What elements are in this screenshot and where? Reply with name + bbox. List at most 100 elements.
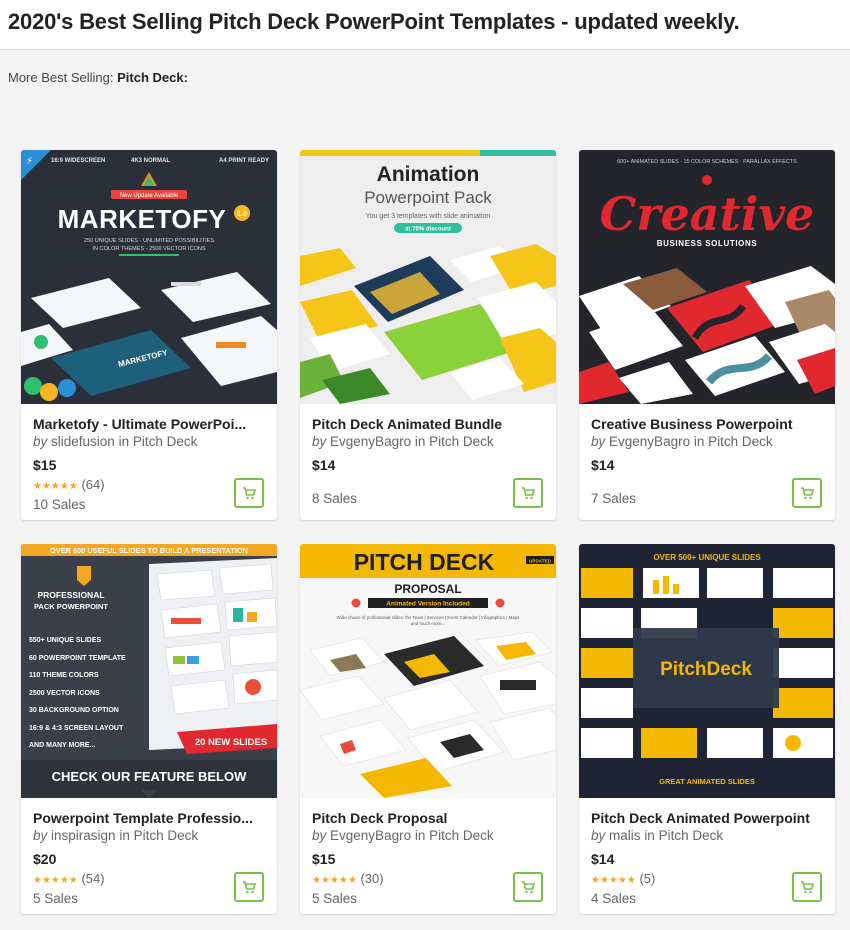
review-count: (64): [81, 477, 105, 492]
product-info: Pitch Deck Proposal by EvgenyBagro in Pi…: [312, 810, 544, 907]
cart-icon: [243, 880, 256, 893]
rating-stars-icon: ★★★★★: [591, 875, 636, 886]
add-to-cart-button[interactable]: [513, 478, 543, 508]
product-thumbnail[interactable]: PITCH DECK UPDATED PROPOSAL Animated Ver…: [300, 544, 556, 798]
product-info: Creative Business Powerpoint by EvgenyBa…: [591, 416, 823, 507]
proposal-subtitle: PROPOSAL: [394, 582, 461, 596]
product-name[interactable]: Powerpoint Template Professio...: [33, 810, 265, 827]
page-header: 2020's Best Selling Pitch Deck PowerPoin…: [0, 0, 850, 50]
proposal-tag: UPDATED: [529, 559, 552, 564]
product-card-powerpoint-professional[interactable]: OVER 600 USEFUL SLIDES TO BUILD A PRESEN…: [21, 544, 277, 914]
cart-icon: [801, 486, 814, 499]
marketofy-version: 1.0: [237, 211, 247, 218]
product-price: $20: [33, 851, 57, 867]
pitchdeck-top-line: OVER 500+ UNIQUE SLIDES: [653, 553, 761, 562]
add-to-cart-button[interactable]: [792, 872, 822, 902]
product-name[interactable]: Marketofy - Ultimate PowerPoi...: [33, 416, 265, 433]
product-byline: by EvgenyBagro in Pitch Deck: [312, 434, 494, 449]
cart-icon: [522, 880, 535, 893]
product-rating: ★★★★★ (5): [591, 871, 823, 889]
animation-pack-preview-image: Animation Powerpoint Pack You get 3 temp…: [300, 150, 556, 404]
author-link[interactable]: EvgenyBagro: [330, 828, 411, 843]
review-count: (54): [81, 871, 105, 886]
marketofy-preview-image: ⚡ 16:9 WIDESCREEN 4K3 NORMAL A4 PRINT RE…: [21, 150, 277, 404]
add-to-cart-button[interactable]: [234, 478, 264, 508]
product-card-pitch-deck-animated[interactable]: OVER 500+ UNIQUE SLIDES PitchDeck GREAT …: [579, 544, 835, 914]
marketofy-top-label-3: A4 PRINT READY: [219, 158, 269, 164]
product-byline: by malis in Pitch Deck: [591, 828, 724, 843]
review-count: (30): [360, 871, 384, 886]
professional-feature-1: 550+ UNIQUE SLIDES: [29, 637, 101, 644]
product-price: $14: [591, 457, 615, 473]
marketofy-title: MARKETOFY: [58, 204, 227, 234]
animation-subtitle: Powerpoint Pack: [364, 188, 492, 207]
product-byline: by EvgenyBagro in Pitch Deck: [312, 828, 494, 843]
author-link[interactable]: inspirasign: [51, 828, 116, 843]
author-link[interactable]: EvgenyBagro: [609, 434, 690, 449]
add-to-cart-button[interactable]: [513, 872, 543, 902]
category-link[interactable]: Pitch Deck: [429, 434, 494, 449]
professional-feature-2: 60 POWERPOINT TEMPLATE: [29, 655, 126, 662]
more-best-selling-category-link[interactable]: Pitch Deck:: [117, 70, 188, 85]
cart-icon: [522, 486, 535, 499]
creative-top-line: 600+ ANIMATED SLIDES · 15 COLOR SCHEMES …: [617, 159, 797, 165]
proposal-badge: Animated Version Included: [386, 601, 469, 608]
product-thumbnail[interactable]: ⚡ 16:9 WIDESCREEN 4K3 NORMAL A4 PRINT RE…: [21, 150, 277, 404]
category-link[interactable]: Pitch Deck: [133, 434, 198, 449]
category-link[interactable]: Pitch Deck: [659, 828, 724, 843]
product-name[interactable]: Pitch Deck Proposal: [312, 810, 544, 827]
rating-stars-icon: ★★★★★: [312, 875, 357, 886]
product-info: Pitch Deck Animated Powerpoint by malis …: [591, 810, 823, 907]
product-name[interactable]: Pitch Deck Animated Bundle: [312, 416, 544, 433]
product-card-marketofy[interactable]: ⚡ 16:9 WIDESCREEN 4K3 NORMAL A4 PRINT RE…: [21, 150, 277, 520]
category-link[interactable]: Pitch Deck: [134, 828, 199, 843]
product-thumbnail[interactable]: Animation Powerpoint Pack You get 3 temp…: [300, 150, 556, 404]
sales-count: 5 Sales: [312, 891, 358, 906]
pitch-deck-proposal-preview-image: PITCH DECK UPDATED PROPOSAL Animated Ver…: [300, 544, 556, 798]
sales-count: 10 Sales: [33, 497, 86, 512]
add-to-cart-button[interactable]: [234, 872, 264, 902]
creative-subtitle: BUSINESS SOLUTIONS: [657, 239, 758, 248]
category-link[interactable]: Pitch Deck: [708, 434, 773, 449]
more-best-selling-label: More Best Selling:: [8, 70, 114, 85]
product-rating: ★★★★★ (64): [33, 477, 265, 495]
page-title: 2020's Best Selling Pitch Deck PowerPoin…: [8, 9, 740, 34]
product-info: Pitch Deck Animated Bundle by EvgenyBagr…: [312, 416, 544, 507]
professional-feature-7: AND MANY MORE...: [29, 742, 95, 749]
product-price: $14: [312, 457, 336, 473]
cart-icon: [243, 486, 256, 499]
professional-pack-preview-image: OVER 600 USEFUL SLIDES TO BUILD A PRESEN…: [21, 544, 277, 798]
professional-title-1: PROFESSIONAL: [37, 590, 104, 600]
product-card-creative-business[interactable]: 600+ ANIMATED SLIDES · 15 COLOR SCHEMES …: [579, 150, 835, 520]
product-name[interactable]: Creative Business Powerpoint: [591, 416, 823, 433]
author-link[interactable]: malis: [609, 828, 641, 843]
product-thumbnail[interactable]: OVER 500+ UNIQUE SLIDES PitchDeck GREAT …: [579, 544, 835, 798]
proposal-title: PITCH DECK: [354, 549, 495, 575]
pitchdeck-bottom: GREAT ANIMATED SLIDES: [659, 777, 755, 786]
sales-count: 8 Sales: [312, 491, 358, 506]
more-best-selling: More Best Selling: Pitch Deck:: [8, 70, 188, 85]
author-link[interactable]: slidefusion: [51, 434, 115, 449]
cart-icon: [801, 880, 814, 893]
product-name[interactable]: Pitch Deck Animated Powerpoint: [591, 810, 823, 827]
creative-logo-icon: [702, 175, 712, 185]
product-card-animated-bundle[interactable]: Animation Powerpoint Pack You get 3 temp…: [300, 150, 556, 520]
marketofy-badge: New Update Available: [120, 193, 179, 199]
product-byline: by EvgenyBagro in Pitch Deck: [591, 434, 773, 449]
product-rating: ★★★★★ (30): [312, 871, 544, 889]
review-count: (5): [639, 871, 656, 886]
product-thumbnail[interactable]: OVER 600 USEFUL SLIDES TO BUILD A PRESEN…: [21, 544, 277, 798]
add-to-cart-button[interactable]: [792, 478, 822, 508]
product-thumbnail[interactable]: 600+ ANIMATED SLIDES · 15 COLOR SCHEMES …: [579, 150, 835, 404]
author-link[interactable]: EvgenyBagro: [330, 434, 411, 449]
sales-count: 5 Sales: [33, 891, 79, 906]
category-link[interactable]: Pitch Deck: [429, 828, 494, 843]
professional-bottom: CHECK OUR FEATURE BELOW: [52, 769, 247, 784]
professional-feature-6: 16:9 & 4:3 SCREEN LAYOUT: [29, 725, 124, 732]
proposal-line-1: Wide choice of professional slides: the …: [337, 615, 520, 620]
professional-feature-4: 2500 VECTOR ICONS: [29, 690, 100, 697]
marketofy-line-2: IN COLOR THEMES - 2500 VECTOR ICONS: [92, 246, 206, 252]
pitchdeck-title: PitchDeck: [660, 659, 752, 680]
product-card-pitch-deck-proposal[interactable]: PITCH DECK UPDATED PROPOSAL Animated Ver…: [300, 544, 556, 914]
marketofy-line-1: 250 UNIQUE SLIDES - UNLIMITED POSSIBILIT…: [84, 238, 215, 244]
